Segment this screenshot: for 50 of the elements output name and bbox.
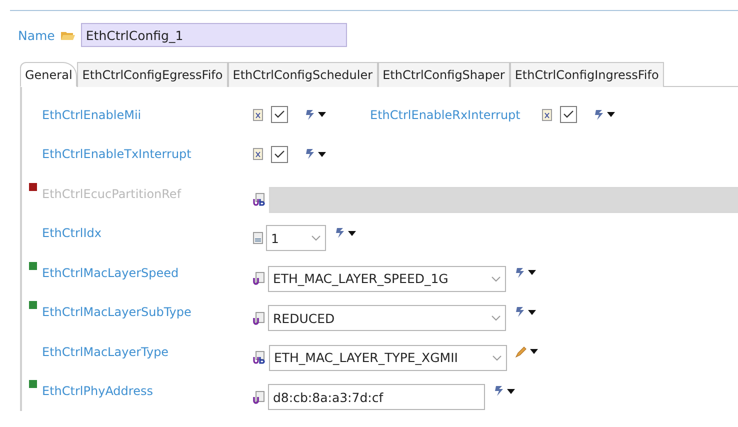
parameter-label: EthCtrlEnableMii — [42, 108, 142, 122]
document-icon — [253, 108, 263, 121]
document-icon — [542, 108, 552, 121]
number-dropdown[interactable]: 1 — [266, 225, 326, 252]
chevron-down-icon[interactable] — [491, 315, 501, 322]
document-icon — [253, 312, 265, 325]
tab[interactable]: EthCtrlConfigIngressFifo — [510, 62, 664, 87]
dropdown-arrow-icon[interactable] — [530, 349, 538, 354]
parameter-label: EthCtrlEcucPartitionRef — [42, 186, 182, 201]
dropdown-arrow-icon[interactable] — [318, 152, 326, 157]
chevron-down-icon[interactable] — [492, 354, 502, 361]
value-dropdown[interactable]: REDUCED — [268, 305, 506, 332]
name-label: Name — [18, 28, 55, 42]
document-icon — [253, 351, 266, 364]
tab[interactable]: General — [20, 62, 78, 87]
parameter-label: EthCtrlMacLayerSpeed — [42, 266, 179, 280]
document-icon — [253, 390, 265, 404]
tab[interactable]: EthCtrlConfigEgressFifo — [77, 62, 228, 87]
dropdown-arrow-icon[interactable] — [507, 388, 515, 394]
folder-icon — [60, 30, 75, 40]
checkmark-icon — [274, 150, 285, 159]
parameter-label: EthCtrlMacLayerSubType — [42, 305, 192, 320]
parameter-label: EthCtrlIdx — [42, 226, 102, 240]
dropdown-arrow-icon[interactable] — [528, 270, 536, 276]
document-icon — [253, 272, 265, 286]
dropdown-arrow-icon[interactable] — [348, 230, 356, 236]
pencil-icon[interactable] — [515, 346, 527, 358]
tab[interactable]: EthCtrlConfigScheduler — [228, 62, 378, 87]
text-field[interactable]: d8:cb:8a:a3:7d:cf — [268, 384, 485, 410]
checkbox[interactable] — [560, 106, 577, 124]
checkbox[interactable] — [271, 106, 288, 124]
document-icon — [253, 193, 266, 206]
checkmark-icon — [563, 110, 574, 120]
document-icon — [253, 148, 263, 160]
value-dropdown[interactable]: ETH_MAC_LAYER_TYPE_XGMII — [269, 344, 507, 371]
value-dropdown[interactable]: ETH_MAC_LAYER_SPEED_1G — [268, 266, 506, 292]
parameter-label: EthCtrlPhyAddress — [42, 384, 153, 398]
document-icon — [253, 232, 263, 244]
parameter-label: EthCtrlEnableTxInterrupt — [42, 147, 192, 162]
checkmark-icon — [274, 110, 285, 120]
chevron-down-icon[interactable] — [491, 276, 501, 282]
dropdown-arrow-icon[interactable] — [607, 112, 615, 118]
chevron-down-icon[interactable] — [311, 235, 321, 242]
dropdown-arrow-icon[interactable] — [528, 310, 536, 315]
dropdown-arrow-icon[interactable] — [318, 112, 326, 118]
parameter-label: EthCtrlEnableRxInterrupt — [370, 108, 520, 122]
name-field[interactable]: EthCtrlConfig_1 — [80, 23, 347, 47]
tab[interactable]: EthCtrlConfigShaper — [378, 62, 510, 87]
parameter-label: EthCtrlMacLayerType — [42, 344, 169, 359]
checkbox[interactable] — [271, 146, 288, 163]
